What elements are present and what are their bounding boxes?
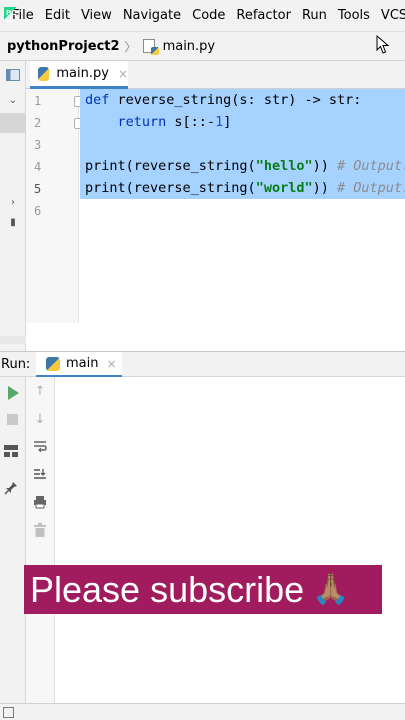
soft-wrap-icon[interactable] bbox=[32, 440, 48, 456]
code-line-5: print(reverse_string("world")) # Output:… bbox=[85, 180, 405, 196]
praying-hands-icon: 🙏🏽 bbox=[312, 572, 350, 607]
status-bar bbox=[0, 703, 405, 720]
editor-tab-bar: main.py × bbox=[26, 61, 405, 89]
collapse-chevron-icon[interactable]: ⌄ bbox=[0, 91, 26, 111]
status-toggle-icon[interactable] bbox=[3, 707, 14, 718]
editor-empty-area bbox=[26, 323, 405, 351]
line-number: 2 bbox=[34, 116, 42, 130]
run-tool-strip bbox=[0, 377, 26, 703]
line-number: 5 bbox=[34, 182, 42, 196]
arrow-up-icon[interactable]: ↑ bbox=[32, 384, 48, 400]
run-secondary-strip: ↑ ↓ bbox=[26, 377, 55, 703]
line-number: 4 bbox=[34, 160, 42, 174]
selected-tree-row bbox=[0, 113, 26, 133]
menu-code[interactable]: Code bbox=[192, 8, 225, 23]
menu-edit[interactable]: Edit bbox=[45, 8, 70, 23]
line-number: 6 bbox=[34, 204, 42, 218]
layout-icon[interactable] bbox=[3, 445, 19, 461]
line-number: 1 bbox=[34, 94, 42, 108]
mouse-cursor-icon bbox=[376, 35, 390, 54]
menu-navigate[interactable]: Navigate bbox=[123, 8, 181, 23]
code-line-2: return s[::-1] bbox=[85, 114, 232, 130]
expand-chevron-icon[interactable]: › bbox=[0, 193, 26, 213]
trash-icon[interactable] bbox=[32, 523, 48, 539]
breadcrumb-separator-icon: 〉 bbox=[124, 39, 137, 54]
left-tool-strip: ⌄ › ▮ bbox=[0, 61, 26, 351]
line-number: 3 bbox=[34, 138, 42, 152]
python-icon bbox=[46, 356, 60, 371]
tab-main-py[interactable]: main.py × bbox=[30, 61, 128, 89]
subscribe-banner: Please subscribe 🙏🏽 bbox=[24, 565, 382, 614]
line-number-gutter: 1 2 3 4 5 6 bbox=[26, 89, 84, 323]
arrow-down-icon[interactable]: ↓ bbox=[32, 412, 48, 428]
scroll-to-end-icon[interactable] bbox=[32, 467, 48, 483]
code-line-1: def reverse_string(s: str) -> str: bbox=[85, 92, 362, 108]
subscribe-text: Please subscribe bbox=[30, 568, 305, 610]
run-icon[interactable] bbox=[5, 385, 21, 401]
code-area[interactable]: def reverse_string(s: str) -> str: retur… bbox=[80, 89, 405, 323]
run-panel-header: Run: main × bbox=[0, 351, 405, 378]
project-view-icon[interactable] bbox=[0, 67, 26, 87]
navigation-bar: pythonProject2 〉 main.py bbox=[0, 31, 405, 61]
close-icon[interactable]: × bbox=[118, 67, 128, 81]
tree-node-icon: ▮ bbox=[10, 217, 16, 228]
tab-label: main.py bbox=[56, 66, 109, 81]
run-tab-main[interactable]: main × bbox=[36, 352, 122, 378]
code-editor[interactable]: 1 2 3 4 5 6 def reverse_string(s: str) -… bbox=[26, 89, 405, 323]
menu-bar: PC File Edit View Navigate Code Refactor… bbox=[0, 0, 405, 31]
stop-icon[interactable] bbox=[5, 412, 21, 428]
menu-vcs[interactable]: VCS bbox=[381, 8, 405, 23]
run-tab-label: main bbox=[66, 356, 99, 371]
close-icon[interactable]: × bbox=[106, 357, 116, 371]
run-console-output[interactable] bbox=[55, 377, 405, 703]
menu-refactor[interactable]: Refactor bbox=[236, 8, 291, 23]
python-file-icon bbox=[38, 66, 50, 81]
menu-view[interactable]: View bbox=[81, 8, 112, 23]
python-file-icon bbox=[142, 39, 159, 55]
menu-tools[interactable]: Tools bbox=[338, 8, 370, 23]
horizontal-scrollbar[interactable] bbox=[0, 336, 26, 344]
print-icon[interactable] bbox=[32, 495, 48, 511]
breadcrumb-file[interactable]: main.py bbox=[163, 39, 216, 54]
menu-run[interactable]: Run bbox=[302, 8, 327, 23]
pin-icon[interactable] bbox=[3, 481, 19, 497]
run-panel-label: Run: bbox=[1, 356, 31, 372]
breadcrumb-project[interactable]: pythonProject2 bbox=[7, 39, 120, 54]
selection-highlight bbox=[80, 133, 405, 155]
logo-text: PC bbox=[6, 8, 17, 17]
code-line-4: print(reverse_string("hello")) # Output:… bbox=[85, 158, 405, 174]
